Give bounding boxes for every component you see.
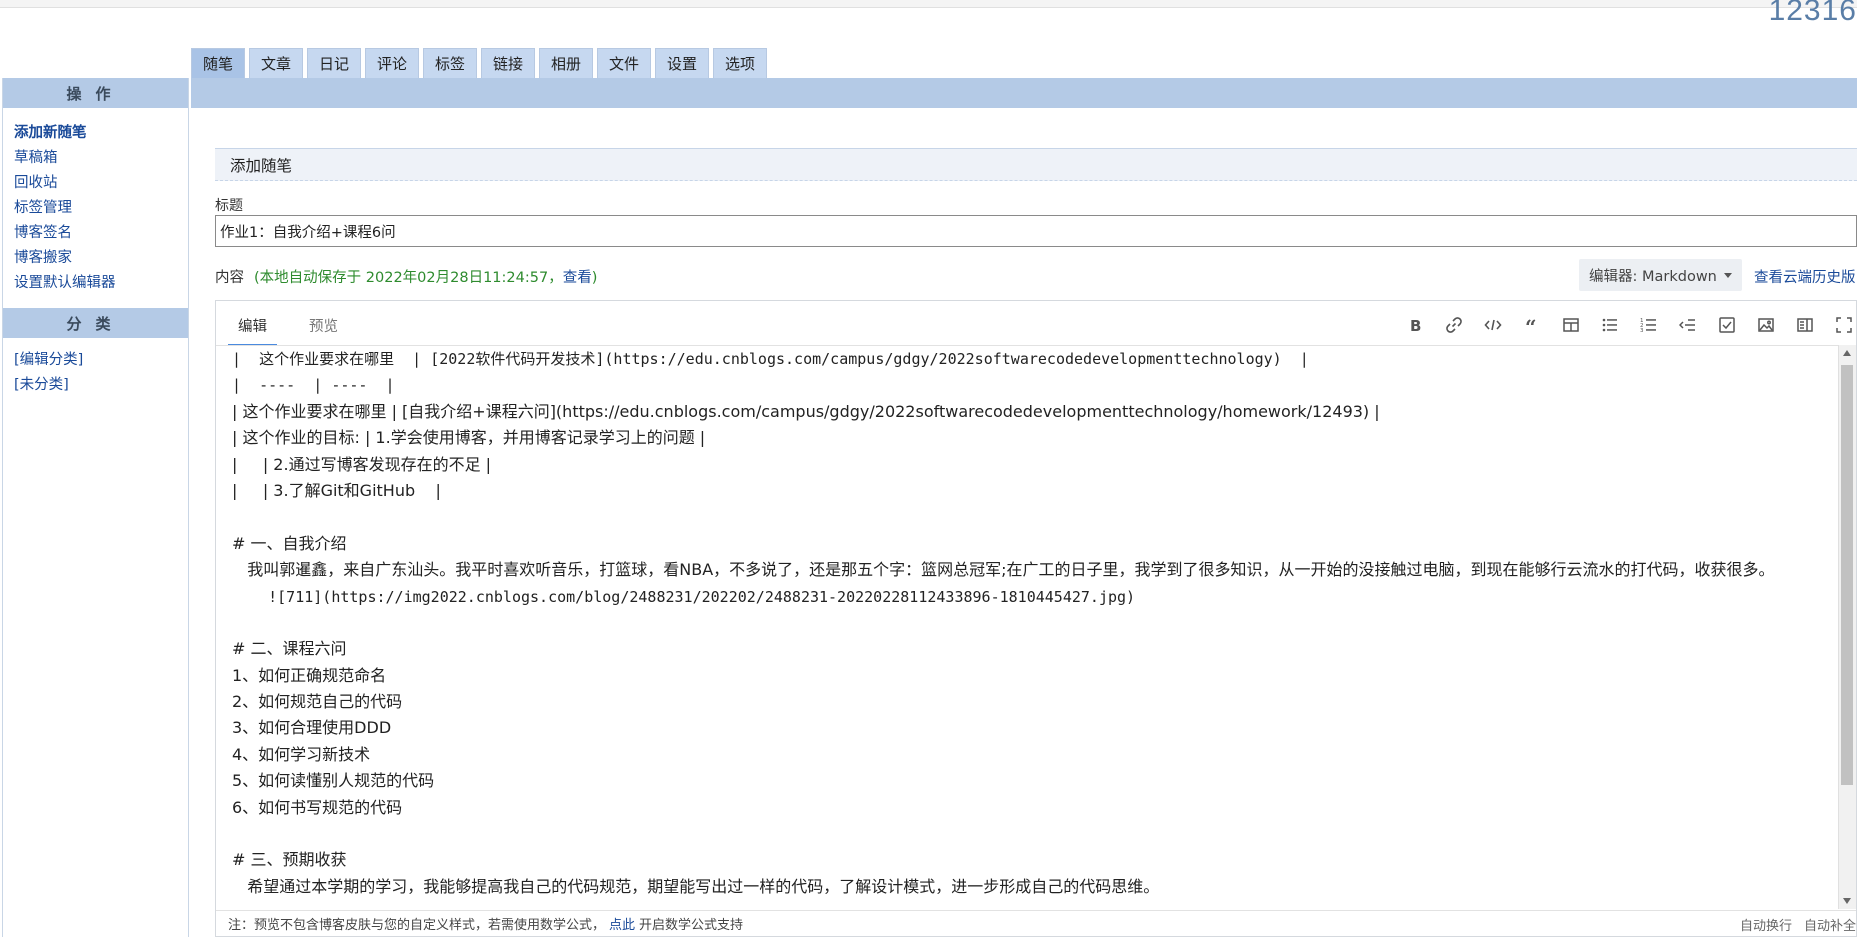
editor-scrollbar[interactable] [1838, 345, 1856, 909]
blog-brand: 12316 [1768, 0, 1857, 27]
content-row: 内容 (本地自动保存于 2022年02月28日11:24:57，查看) [215, 266, 597, 287]
tab-albums[interactable]: 相册 [539, 48, 593, 78]
auto-wrap-toggle[interactable]: 自动换行 [1740, 915, 1792, 934]
auto-complete-toggle[interactable]: 自动补全 [1804, 915, 1856, 934]
quote-icon[interactable]: “ [1520, 313, 1544, 337]
bold-icon[interactable]: B [1403, 313, 1427, 337]
math-support-link[interactable]: 点此 [609, 914, 635, 933]
categories-header: 分类 [3, 308, 188, 338]
editor-line: 5、如何读懂别人规范的代码 [232, 771, 435, 791]
sidebar-link-signature[interactable]: 博客签名 [14, 221, 188, 246]
editor-line: 2、如何规范自己的代码 [232, 692, 403, 712]
editor-line: ![711](https://img2022.cnblogs.com/blog/… [232, 587, 1136, 606]
editor-line: 希望通过本学期的学习，我能够提高我自己的代码规范，期望能写出过一样的代码，了解设… [232, 876, 1160, 896]
footer-note-2: 开启数学公式支持 [639, 918, 744, 933]
sidebar-link-drafts[interactable]: 草稿箱 [14, 146, 188, 171]
tab-options[interactable]: 选项 [713, 48, 767, 78]
editor-type-value: 编辑器: Markdown [1589, 268, 1717, 285]
operations-links: 添加新随笔 草稿箱 回收站 标签管理 博客签名 博客搬家 设置默认编辑器 [3, 108, 188, 296]
chevron-down-icon [1723, 272, 1732, 278]
scrollbar-thumb[interactable] [1841, 365, 1853, 785]
editor-line: 我叫郭暹鑫，来自广东汕头。我平时喜欢听音乐，打篮球，看NBA，不多说了，还是那五… [232, 560, 1775, 580]
indent-icon[interactable] [1676, 313, 1700, 337]
top-strip [0, 0, 1857, 8]
editor-tabs: 编辑 预览 [228, 315, 348, 346]
tab-essays[interactable]: 随笔 [191, 48, 245, 78]
main-tabs: 随笔 文章 日记 评论 标签 链接 相册 文件 设置 选项 [191, 48, 767, 78]
tab-settings[interactable]: 设置 [655, 48, 709, 78]
tab-bar-strip [191, 78, 1857, 108]
sidebar-link-add-post[interactable]: 添加新随笔 [14, 121, 188, 146]
numbered-list-icon[interactable]: 123 [1637, 313, 1661, 337]
editor-line: | 这个作业要求在哪里 | [自我介绍+课程六问](https://edu.cn… [232, 401, 1380, 421]
editor-line: 1、如何正确规范命名 [232, 665, 387, 685]
title-label: 标题 [215, 198, 243, 214]
editor-line: 3、如何合理使用DDD [232, 718, 392, 738]
scroll-up-icon[interactable] [1843, 350, 1851, 356]
editor-line: | 这个作业要求在哪里 | [2022软件代码开发技术](https://edu… [232, 350, 1309, 368]
editor-line: # 一、自我介绍 [232, 533, 347, 553]
bullet-list-icon[interactable] [1598, 313, 1622, 337]
checkbox-icon[interactable] [1715, 313, 1739, 337]
editor-line: | | 2.通过写博客发现存在的不足 | [232, 454, 492, 474]
operations-header: 操作 [3, 78, 188, 108]
editor-line: | ---- | ---- | [232, 376, 395, 395]
editor-line: 4、如何学习新技术 [232, 744, 371, 764]
editor-toolbar: B “ 123 [1403, 313, 1856, 337]
sidebar-link-tag-manage[interactable]: 标签管理 [14, 196, 188, 221]
content-label: 内容 [215, 270, 244, 286]
tab-tags[interactable]: 标签 [423, 48, 477, 78]
markdown-editor: 编辑 预览 B “ 123 | 这个作业要求在哪里 | [2022软件代码开发技… [215, 300, 1857, 937]
sidebar-link-recycle-bin[interactable]: 回收站 [14, 171, 188, 196]
footer-options: 自动换行 自动补全 [1740, 915, 1856, 934]
editor-line: # 三、预期收获 [232, 850, 347, 870]
editor-tab-edit[interactable]: 编辑 [228, 315, 277, 346]
tab-comments[interactable]: 评论 [365, 48, 419, 78]
cloud-history-link[interactable]: 查看云端历史版 [1754, 266, 1856, 287]
fullscreen-icon[interactable] [1832, 313, 1856, 337]
editor-line: 6、如何书写规范的代码 [232, 797, 403, 817]
editor-line: | | 3.了解Git和GitHub | [232, 480, 441, 500]
tab-files[interactable]: 文件 [597, 48, 651, 78]
svg-text:3: 3 [1640, 328, 1644, 334]
image-icon[interactable] [1754, 313, 1778, 337]
svg-text:B: B [1410, 317, 1421, 334]
table-icon[interactable] [1559, 313, 1583, 337]
editor-footer: 注：预览不包含博客皮肤与您的自定义样式，若需使用数学公式， 点此 开启数学公式支持 … [216, 910, 1856, 936]
code-icon[interactable] [1481, 313, 1505, 337]
sidebar-link-edit-categories[interactable]: [编辑分类] [14, 348, 188, 373]
autosave-close: ) [591, 270, 598, 286]
autosave-text: (本地自动保存于 2022年02月28日11:24:57， [254, 270, 563, 286]
title-input[interactable] [215, 215, 1857, 247]
sidebar-link-default-editor[interactable]: 设置默认编辑器 [14, 271, 188, 296]
editor-textarea[interactable]: | 这个作业要求在哪里 | [2022软件代码开发技术](https://edu… [216, 345, 1841, 910]
svg-text:“: “ [1525, 316, 1537, 334]
sidebar-link-uncategorized[interactable]: [未分类] [14, 373, 188, 398]
editor-line: | 这个作业的目标: | 1.学会使用博客，并用博客记录学习上的问题 | [232, 428, 706, 448]
left-sidebar: 操作 添加新随笔 草稿箱 回收站 标签管理 博客签名 博客搬家 设置默认编辑器 … [2, 78, 189, 937]
editor-type-select[interactable]: 编辑器: Markdown [1579, 259, 1742, 291]
link-icon[interactable] [1442, 313, 1466, 337]
scroll-down-icon[interactable] [1843, 898, 1851, 904]
tab-articles[interactable]: 文章 [249, 48, 303, 78]
tab-links[interactable]: 链接 [481, 48, 535, 78]
editor-line: # 二、课程六问 [232, 639, 347, 659]
footer-note: 注：预览不包含博客皮肤与您的自定义样式，若需使用数学公式， [228, 918, 606, 933]
autosave-view-link[interactable]: 查看 [563, 270, 592, 286]
section-title: 添加随笔 [215, 148, 1857, 181]
tab-diary[interactable]: 日记 [307, 48, 361, 78]
sidebar-link-blog-move[interactable]: 博客搬家 [14, 246, 188, 271]
split-view-icon[interactable] [1793, 313, 1817, 337]
editor-tab-preview[interactable]: 预览 [299, 315, 348, 346]
categories-links: [编辑分类] [未分类] [3, 338, 188, 398]
autosave-status: (本地自动保存于 2022年02月28日11:24:57，查看) [254, 270, 597, 286]
